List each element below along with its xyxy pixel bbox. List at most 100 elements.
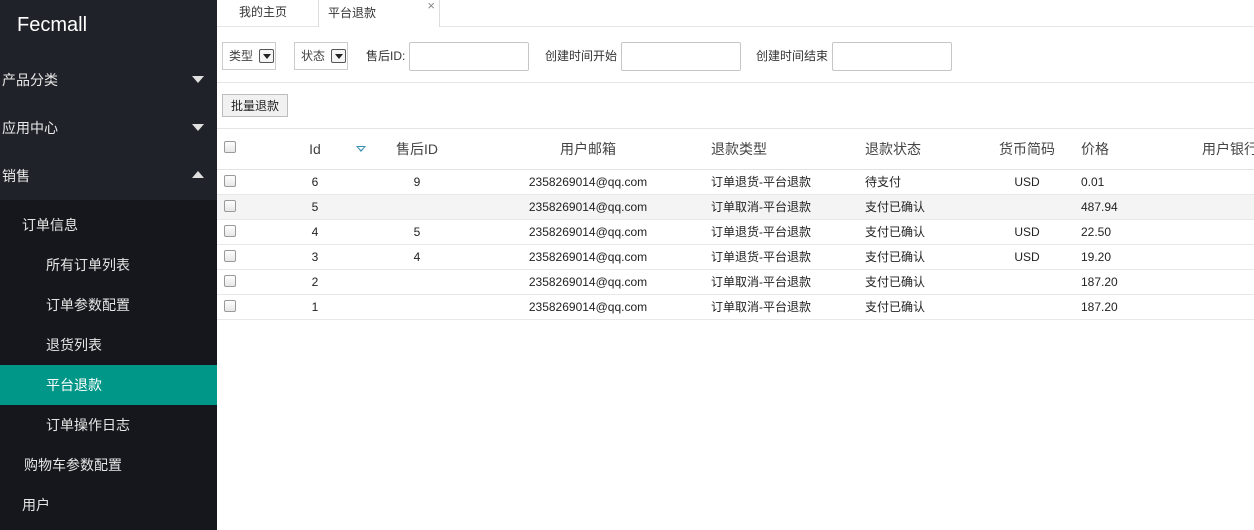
sidebar-item-label: 用户 xyxy=(22,497,50,513)
column-header-price[interactable]: 价格 xyxy=(1081,129,1109,170)
column-header-after-sale-id[interactable]: 售后ID xyxy=(396,129,438,170)
cell-id: 2 xyxy=(311,275,319,289)
filter-bar: 类型 状态 售后ID: 创建时间开始 创建时间结束 xyxy=(217,28,1254,83)
column-header-user-bank[interactable]: 用户银行 xyxy=(1202,129,1254,170)
cell-after-sale-id: 9 xyxy=(413,175,421,189)
sidebar-menu-app-center[interactable]: 应用中心 xyxy=(0,108,217,148)
row-checkbox[interactable] xyxy=(224,175,236,187)
cell-refund-type: 订单取消-平台退款 xyxy=(711,200,811,214)
table-header: Id 售后ID 用户邮箱 退款类型 退款状态 货币简码 价格 用户银行 xyxy=(217,129,1254,170)
row-checkbox[interactable] xyxy=(224,275,236,287)
refund-table: Id 售后ID 用户邮箱 退款类型 退款状态 货币简码 价格 用户银行 6 9 … xyxy=(217,129,1254,530)
cell-price: 0.01 xyxy=(1081,175,1105,189)
cell-after-sale-id: 5 xyxy=(413,225,421,239)
cell-currency: USD xyxy=(1014,225,1040,239)
sidebar-menu-sales[interactable]: 销售 xyxy=(0,156,217,196)
close-icon[interactable]: × xyxy=(427,0,435,19)
type-select-value: 类型 xyxy=(229,49,254,63)
sidebar-menu-label: 产品分类 xyxy=(2,72,58,88)
tab-home[interactable]: 我的主页 xyxy=(239,0,287,27)
after-sale-id-input[interactable] xyxy=(409,42,529,71)
sidebar-item-label: 订单参数配置 xyxy=(46,297,130,313)
cell-email: 2358269014@qq.com xyxy=(528,300,648,314)
sidebar-item-label: 退货列表 xyxy=(46,337,102,353)
column-header-id[interactable]: Id xyxy=(309,129,321,170)
created-end-label: 创建时间结束 xyxy=(756,49,829,63)
sidebar-item-label: 所有订单列表 xyxy=(46,257,130,273)
after-sale-id-label: 售后ID: xyxy=(366,49,406,63)
cell-price: 187.20 xyxy=(1081,275,1118,289)
cell-refund-type: 订单退货-平台退款 xyxy=(711,225,811,239)
status-select-value: 状态 xyxy=(301,49,326,63)
toolbar: 批量退款 xyxy=(217,83,1254,129)
cell-after-sale-id: 4 xyxy=(413,250,421,264)
cell-currency: USD xyxy=(1014,175,1040,189)
sidebar-item-order-config[interactable]: 订单参数配置 xyxy=(0,285,217,325)
created-start-label: 创建时间开始 xyxy=(545,49,618,63)
cell-refund-type: 订单退货-平台退款 xyxy=(711,250,811,264)
app-logo-text: Fecmall xyxy=(17,14,88,36)
cell-id: 5 xyxy=(311,200,319,214)
cell-refund-type: 订单退货-平台退款 xyxy=(711,175,811,189)
cell-refund-type: 订单取消-平台退款 xyxy=(711,300,811,314)
sidebar-item-return-list[interactable]: 退货列表 xyxy=(0,325,217,365)
sidebar-item-users[interactable]: 用户 xyxy=(0,485,217,525)
table-row[interactable]: 3 4 2358269014@qq.com 订单退货-平台退款 支付已确认 US… xyxy=(217,245,1254,270)
column-header-refund-status[interactable]: 退款状态 xyxy=(865,129,921,170)
table-row[interactable]: 6 9 2358269014@qq.com 订单退货-平台退款 待支付 USD … xyxy=(217,170,1254,195)
status-select[interactable]: 状态 xyxy=(294,42,348,70)
sort-desc-icon[interactable] xyxy=(356,146,366,152)
chevron-down-icon xyxy=(192,76,204,83)
cell-price: 187.20 xyxy=(1081,300,1118,314)
column-header-refund-type[interactable]: 退款类型 xyxy=(711,129,767,170)
row-checkbox[interactable] xyxy=(224,300,236,312)
sidebar: Fecmall 产品分类 应用中心 销售 订单信息 所有订单列表 订单参数配置 … xyxy=(0,0,217,530)
tab-platform-refund[interactable]: 平台退款 × xyxy=(318,0,440,27)
sidebar-item-platform-refund[interactable]: 平台退款 xyxy=(0,365,217,405)
cell-email: 2358269014@qq.com xyxy=(528,275,648,289)
cell-email: 2358269014@qq.com xyxy=(528,200,648,214)
column-header-email[interactable]: 用户邮箱 xyxy=(560,129,616,170)
cell-price: 19.20 xyxy=(1081,250,1112,264)
sidebar-menu-product-category[interactable]: 产品分类 xyxy=(0,60,217,100)
sidebar-menu-label: 销售 xyxy=(2,168,30,184)
batch-refund-button[interactable]: 批量退款 xyxy=(222,94,288,117)
select-all-checkbox[interactable] xyxy=(224,141,236,153)
cell-refund-status: 支付已确认 xyxy=(865,225,926,239)
table-row[interactable]: 1 2358269014@qq.com 订单取消-平台退款 支付已确认 187.… xyxy=(217,295,1254,320)
cell-refund-status: 支付已确认 xyxy=(865,250,926,264)
row-checkbox[interactable] xyxy=(224,250,236,262)
cell-email: 2358269014@qq.com xyxy=(528,250,648,264)
cell-id: 3 xyxy=(311,250,319,264)
cell-id: 1 xyxy=(311,300,319,314)
sidebar-item-order-info[interactable]: 订单信息 xyxy=(0,205,217,245)
chevron-down-icon xyxy=(331,49,346,63)
sidebar-item-cart-config[interactable]: 购物车参数配置 xyxy=(0,445,217,485)
created-start-input[interactable] xyxy=(621,42,741,71)
created-end-input[interactable] xyxy=(832,42,952,71)
cell-refund-type: 订单取消-平台退款 xyxy=(711,275,811,289)
sidebar-item-all-orders[interactable]: 所有订单列表 xyxy=(0,245,217,285)
cell-refund-status: 支付已确认 xyxy=(865,300,926,314)
table-row[interactable]: 5 2358269014@qq.com 订单取消-平台退款 支付已确认 487.… xyxy=(217,195,1254,220)
type-select[interactable]: 类型 xyxy=(222,42,276,70)
row-checkbox[interactable] xyxy=(224,200,236,212)
table-row[interactable]: 4 5 2358269014@qq.com 订单退货-平台退款 支付已确认 US… xyxy=(217,220,1254,245)
sidebar-item-label: 购物车参数配置 xyxy=(24,457,122,473)
cell-price: 487.94 xyxy=(1081,200,1118,214)
cell-email: 2358269014@qq.com xyxy=(528,225,648,239)
chevron-up-icon xyxy=(192,171,204,178)
cell-email: 2358269014@qq.com xyxy=(528,175,648,189)
chevron-down-icon xyxy=(259,49,274,63)
sidebar-item-label: 平台退款 xyxy=(46,377,102,393)
table-row[interactable]: 2 2358269014@qq.com 订单取消-平台退款 支付已确认 187.… xyxy=(217,270,1254,295)
chevron-down-icon xyxy=(192,124,204,131)
row-checkbox[interactable] xyxy=(224,225,236,237)
cell-refund-status: 待支付 xyxy=(865,175,902,189)
column-header-currency[interactable]: 货币简码 xyxy=(999,129,1055,170)
sidebar-item-label: 订单操作日志 xyxy=(46,417,130,433)
sidebar-item-order-log[interactable]: 订单操作日志 xyxy=(0,405,217,445)
cell-id: 4 xyxy=(311,225,319,239)
sidebar-menu-label: 应用中心 xyxy=(2,120,58,136)
cell-id: 6 xyxy=(311,175,319,189)
